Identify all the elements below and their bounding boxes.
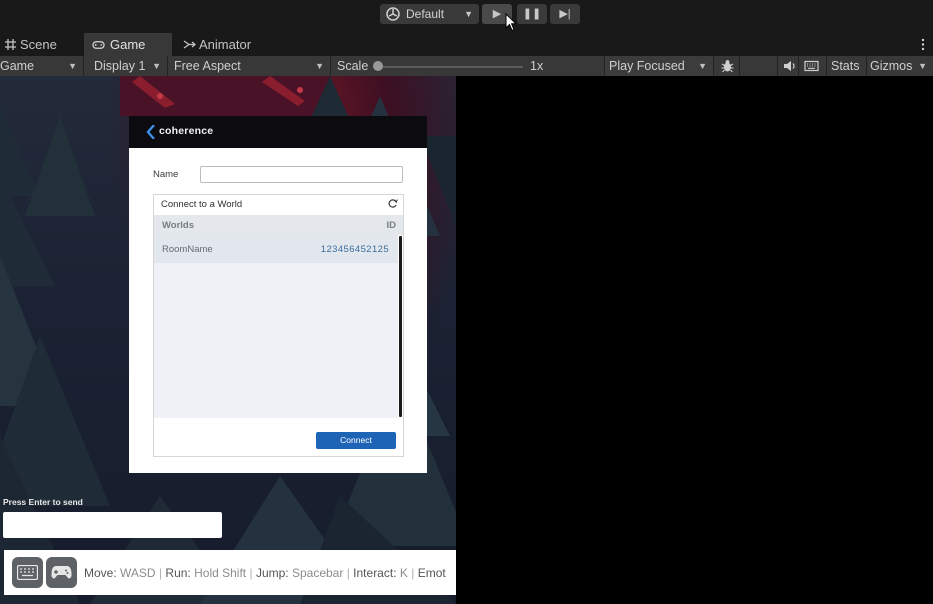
unity-logo-icon — [386, 7, 400, 21]
play-mode-dropdown[interactable]: Play Focused ▼ — [604, 56, 714, 76]
play-toolbar: Default ▼ ▶ ❚❚ ▶| — [0, 0, 933, 32]
hint-jump-value: Spacebar — [291, 566, 344, 580]
speaker-icon — [784, 61, 795, 71]
chevron-down-icon: ▼ — [698, 61, 707, 71]
tab-animator[interactable]: Animator — [179, 33, 259, 56]
unity-editor-window: Default ▼ ▶ ❚❚ ▶| Scene Game Animator Ga… — [0, 0, 933, 604]
keyboard-input-button[interactable] — [12, 557, 43, 588]
pause-icon: ❚❚ — [522, 8, 542, 20]
view-mode-label: Game — [0, 59, 35, 73]
aspect-label: Free Aspect — [174, 59, 241, 73]
hint-jump-key: Jump: — [255, 566, 289, 580]
hint-separator: | — [411, 566, 415, 580]
tab-animator-label: Animator — [199, 37, 252, 52]
step-icon: ▶| — [559, 8, 571, 20]
chevron-down-icon: ▼ — [918, 61, 927, 71]
hint-move-key: Move: — [84, 566, 117, 580]
controls-hints: Move: WASD | Run: Hold Shift | Jump: Spa… — [84, 566, 446, 580]
bug-icon — [721, 60, 734, 73]
keyboard-icon — [17, 565, 38, 580]
game-view-empty-area — [456, 76, 933, 604]
hint-interact-value: K — [399, 566, 408, 580]
display-dropdown[interactable]: Display 1 ▼ — [86, 56, 168, 76]
worlds-list-scrollbar[interactable] — [399, 236, 402, 417]
chevron-down-icon: ▼ — [68, 61, 77, 71]
connect-button[interactable]: Connect — [316, 432, 396, 449]
panel-header: coherence — [129, 116, 427, 148]
connect-world-title: Connect to a World — [161, 199, 243, 210]
refresh-icon[interactable] — [387, 198, 398, 209]
col-id-header: ID — [386, 220, 397, 231]
hint-emote-key: Emot — [417, 566, 446, 580]
game-view[interactable]: coherence Name Connect to a World Worlds… — [0, 76, 456, 604]
stats-button[interactable]: Stats — [827, 56, 867, 76]
chat-input[interactable] — [3, 512, 222, 538]
worlds-list: RoomName 123456452125 — [154, 235, 398, 418]
stats-label: Stats — [831, 59, 860, 73]
layout-dropdown[interactable]: Default ▼ — [380, 4, 479, 24]
col-worlds-header: Worlds — [162, 220, 195, 231]
gamepad-icon — [92, 41, 105, 49]
hint-separator: | — [158, 566, 163, 580]
tab-scene-label: Scene — [20, 37, 57, 52]
animator-icon — [183, 40, 196, 49]
connect-world-box: Connect to a World Worlds ID RoomName 12… — [153, 194, 404, 457]
debug-toggle[interactable] — [716, 56, 740, 76]
display-label: Display 1 — [94, 59, 146, 73]
editor-tabs: Scene Game Animator — [0, 33, 933, 56]
mouse-cursor-icon — [505, 13, 517, 32]
hint-interact-key: Interact: — [353, 566, 397, 580]
play-mode-label: Play Focused — [609, 59, 685, 73]
hint-move-value: WASD — [120, 566, 156, 580]
chevron-down-icon: ▼ — [315, 61, 324, 71]
chevron-down-icon: ▼ — [152, 61, 161, 71]
scale-control: Scale 1x — [331, 56, 603, 76]
tab-scene[interactable]: Scene — [0, 33, 80, 56]
play-icon: ▶ — [492, 8, 502, 20]
hint-separator: | — [346, 566, 350, 580]
name-input[interactable] — [200, 166, 403, 183]
grid-icon — [5, 39, 16, 50]
step-button[interactable]: ▶| — [550, 4, 580, 24]
aspect-dropdown[interactable]: Free Aspect ▼ — [168, 56, 331, 76]
hint-run-value: Hold Shift — [194, 566, 247, 580]
scale-slider-handle[interactable] — [373, 61, 383, 71]
world-name: RoomName — [162, 244, 213, 255]
more-options-icon[interactable] — [921, 38, 925, 51]
gamepad-input-button[interactable] — [46, 557, 77, 588]
coherence-connect-panel: coherence Name Connect to a World Worlds… — [129, 116, 427, 473]
scale-slider-track[interactable] — [376, 66, 523, 68]
hint-separator: | — [249, 566, 253, 580]
gamepad-icon — [51, 566, 72, 579]
brand-name: coherence — [159, 125, 214, 137]
chat-hint-label: Press Enter to send — [3, 497, 83, 507]
controls-hint-bar: Move: WASD | Run: Hold Shift | Jump: Spa… — [4, 550, 456, 595]
gizmos-label: Gizmos — [870, 59, 913, 73]
pause-button[interactable]: ❚❚ — [517, 4, 547, 24]
layout-dropdown-label: Default — [406, 7, 445, 21]
gizmos-dropdown[interactable]: ▼ — [918, 56, 933, 76]
world-row[interactable]: RoomName 123456452125 — [154, 235, 398, 263]
tab-game-label: Game — [110, 37, 146, 52]
name-label: Name — [153, 169, 179, 180]
scale-value: 1x — [530, 59, 544, 73]
mute-audio-toggle[interactable] — [777, 56, 799, 76]
gizmos-button[interactable]: Gizmos — [867, 56, 919, 76]
keyboard-icon — [804, 60, 819, 72]
tab-game[interactable]: Game — [84, 33, 172, 56]
game-view-toolbar: Game ▼ Display 1 ▼ Free Aspect ▼ Scale 1… — [0, 56, 933, 76]
scale-label: Scale — [337, 59, 369, 73]
view-mode-dropdown[interactable]: Game ▼ — [0, 56, 84, 76]
hint-run-key: Run: — [165, 566, 191, 580]
chevron-down-icon: ▼ — [464, 9, 473, 19]
world-id: 123456452125 — [320, 244, 389, 255]
coherence-logo-icon — [146, 125, 155, 139]
keyboard-shortcuts-toggle[interactable] — [800, 56, 827, 76]
worlds-table-header: Worlds ID — [154, 215, 403, 235]
